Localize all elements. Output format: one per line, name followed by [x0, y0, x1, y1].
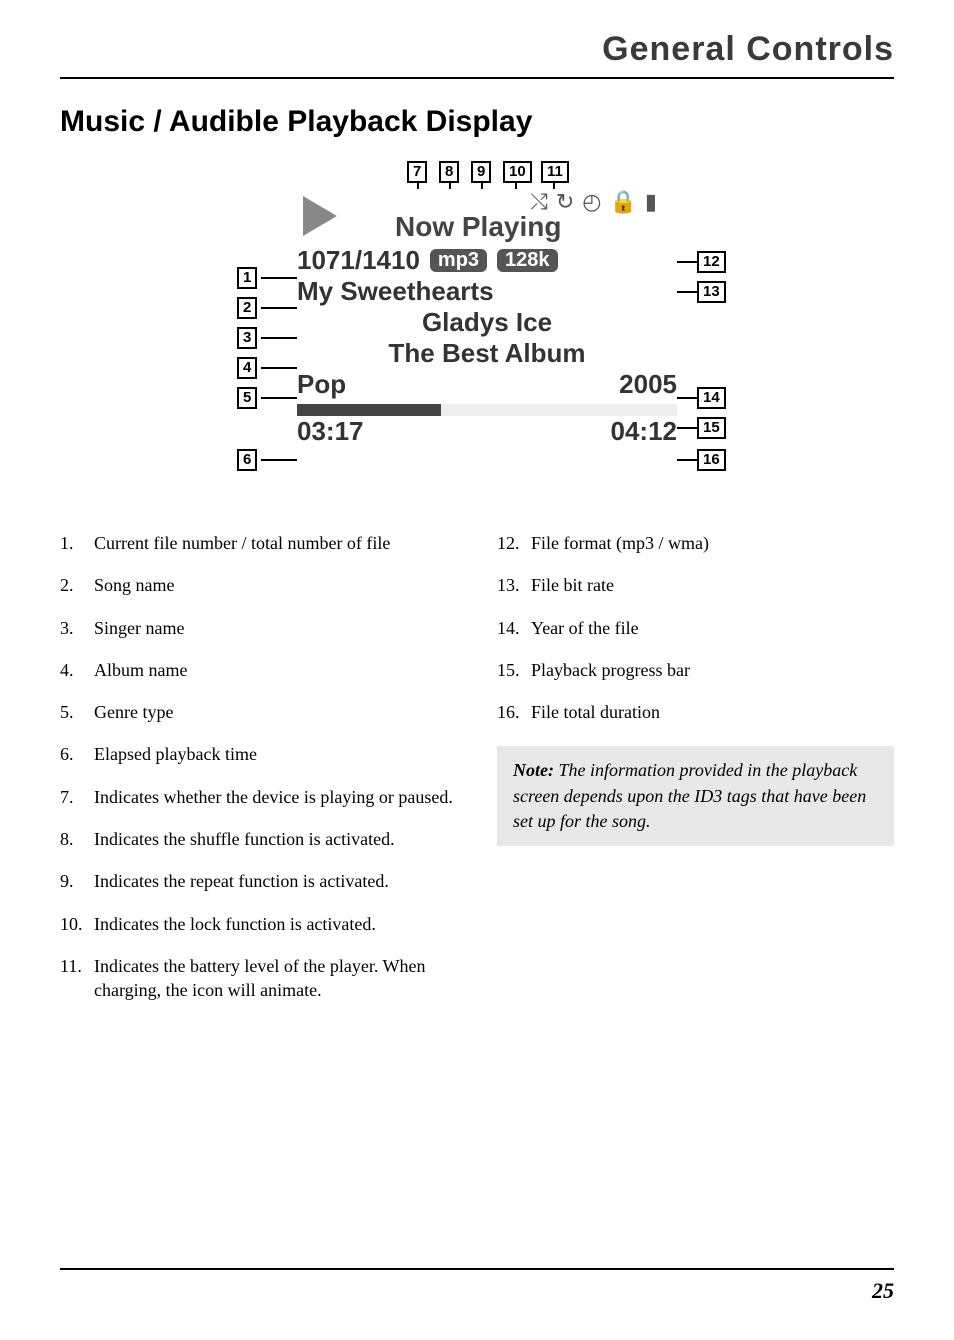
player-screen: ⤭ ↻ ◴ 🔒 ▮ Now Playing 1071/1410 mp3 128k…: [297, 189, 677, 469]
battery-icon: ▮: [645, 189, 657, 215]
legend-item: 16.File total duration: [497, 700, 894, 724]
genre-type: Pop: [297, 369, 346, 400]
legend-left-list: 1.Current file number / total number of …: [60, 531, 457, 1003]
page-header: General Controls: [60, 30, 894, 79]
clock-icon: ◴: [582, 189, 601, 215]
callout-12: 12: [697, 251, 726, 273]
legend-item: 1.Current file number / total number of …: [60, 531, 457, 555]
album-name: The Best Album: [297, 338, 677, 369]
callout-4: 4: [237, 357, 257, 379]
total-duration: 04:12: [611, 416, 678, 447]
callout-10: 10: [503, 161, 532, 183]
callout-3: 3: [237, 327, 257, 349]
legend-item: 4.Album name: [60, 658, 457, 682]
playback-diagram: 7 8 9 10 11 1 2 3 4 5 6 12 13 14 15 16 ⤭…: [207, 161, 747, 501]
legend-item: 9.Indicates the repeat function is activ…: [60, 869, 457, 893]
legend-item: 5.Genre type: [60, 700, 457, 724]
callout-15: 15: [697, 417, 726, 439]
elapsed-time: 03:17: [297, 416, 364, 447]
callout-13: 13: [697, 281, 726, 303]
callout-8: 8: [439, 161, 459, 183]
legend-item: 7.Indicates whether the device is playin…: [60, 785, 457, 809]
format-chip: mp3: [430, 249, 487, 272]
legend-item: 3.Singer name: [60, 616, 457, 640]
artist-name: Gladys Ice: [297, 307, 677, 338]
legend-item: 15.Playback progress bar: [497, 658, 894, 682]
legend-left-col: 1.Current file number / total number of …: [60, 531, 457, 1021]
legend-item: 14.Year of the file: [497, 616, 894, 640]
play-icon: [303, 196, 337, 236]
legend-right-col: 12.File format (mp3 / wma) 13.File bit r…: [497, 531, 894, 1021]
legend-item: 11.Indicates the battery level of the pl…: [60, 954, 457, 1003]
legend-item: 10.Indicates the lock function is activa…: [60, 912, 457, 936]
now-playing-label: Now Playing: [395, 211, 677, 243]
legend-item: 6.Elapsed playback time: [60, 742, 457, 766]
note-box: Note: The information provided in the pl…: [497, 746, 894, 846]
legend-item: 8.Indicates the shuffle function is acti…: [60, 827, 457, 851]
note-text: The information provided in the playback…: [513, 760, 866, 830]
legend-item: 13.File bit rate: [497, 573, 894, 597]
callout-9: 9: [471, 161, 491, 183]
file-counter: 1071/1410: [297, 245, 420, 276]
bitrate-chip: 128k: [497, 249, 558, 272]
callout-5: 5: [237, 387, 257, 409]
callout-6: 6: [237, 449, 257, 471]
callout-14: 14: [697, 387, 726, 409]
lock-icon: 🔒: [609, 189, 636, 215]
page-footer: 25: [60, 1268, 894, 1304]
callout-2: 2: [237, 297, 257, 319]
year-value: 2005: [619, 369, 677, 400]
song-name: My Sweethearts: [297, 276, 677, 307]
legend-item: 12.File format (mp3 / wma): [497, 531, 894, 555]
callout-7: 7: [407, 161, 427, 183]
callout-16: 16: [697, 449, 726, 471]
legend-columns: 1.Current file number / total number of …: [60, 531, 894, 1021]
callout-1: 1: [237, 267, 257, 289]
legend-right-list: 12.File format (mp3 / wma) 13.File bit r…: [497, 531, 894, 724]
note-label: Note:: [513, 760, 554, 780]
legend-item: 2.Song name: [60, 573, 457, 597]
page-number: 25: [872, 1278, 894, 1303]
progress-bar: [297, 404, 677, 416]
progress-fill: [297, 404, 441, 416]
section-title: Music / Audible Playback Display: [60, 105, 894, 139]
callout-11: 11: [541, 161, 569, 183]
